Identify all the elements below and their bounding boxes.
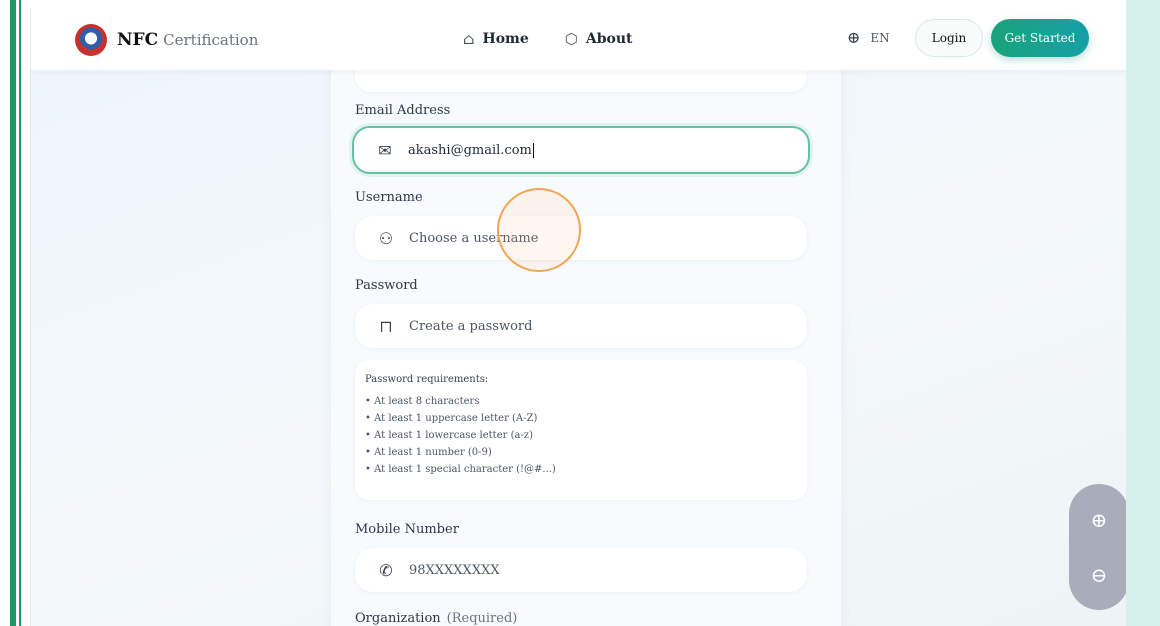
registration-form: Email Address ✉ akashi@gmail.com Usernam… (331, 48, 841, 626)
mobile-field[interactable]: ✆ 98XXXXXXXX (355, 548, 807, 592)
username-field[interactable]: ⚇ Choose a username (355, 216, 807, 260)
password-label: Password (355, 278, 418, 293)
required-note: (Required) (446, 611, 518, 626)
get-started-button[interactable]: Get Started (991, 19, 1089, 57)
nav-about[interactable]: ⬡ About (565, 30, 633, 48)
window-edge-bar (10, 0, 16, 626)
side-strip (1126, 0, 1160, 626)
brand[interactable]: NFC Certification (75, 22, 258, 58)
requirement-item: • At least 1 uppercase letter (A-Z) (365, 413, 538, 424)
user-icon: ⚇ (378, 228, 394, 248)
home-icon: ⌂ (463, 30, 475, 48)
emblem-logo (75, 24, 107, 56)
password-requirements: Password requirements: • At least 8 char… (355, 360, 807, 500)
zoom-out-icon[interactable]: ⊖ (1091, 563, 1108, 587)
lock-icon: ⊓ (379, 316, 393, 336)
email-label: Email Address (355, 103, 451, 118)
email-value: akashi@gmail.com (408, 142, 532, 158)
phone-icon: ✆ (379, 560, 393, 580)
zoom-in-icon[interactable]: ⊕ (1091, 508, 1108, 532)
nav-home-label: Home (482, 31, 529, 47)
organization-label: Organization (Required) (355, 611, 517, 626)
requirement-item: • At least 8 characters (365, 396, 480, 407)
nav-about-label: About (585, 31, 633, 47)
requirement-item: • At least 1 special character (!@#...) (365, 464, 556, 475)
organization-label-text: Organization (355, 611, 441, 626)
brand-name: NFC (117, 30, 159, 50)
window-edge-line (19, 0, 21, 626)
mobile-placeholder: 98XXXXXXXX (409, 562, 500, 578)
top-navbar: NFC Certification ⌂ Home ⬡ About ⊕ EN Lo… (31, 10, 1126, 70)
language-selector[interactable]: ⊕ EN (847, 28, 890, 47)
zoom-controls: ⊕ ⊖ (1069, 484, 1126, 610)
shield-icon: ⬡ (564, 30, 578, 48)
mail-icon: ✉ (378, 140, 392, 160)
click-indicator (497, 188, 581, 272)
password-placeholder: Create a password (409, 318, 533, 334)
requirement-item: • At least 1 number (0-9) (365, 447, 492, 458)
page-viewport: NFC Certification ⌂ Home ⬡ About ⊕ EN Lo… (30, 10, 1126, 626)
email-field[interactable]: ✉ akashi@gmail.com (352, 126, 810, 174)
nav-links: ⌂ Home ⬡ About (463, 30, 633, 48)
brand-subtitle: Certification (163, 31, 259, 49)
text-cursor (532, 142, 534, 158)
requirement-item: • At least 1 lowercase letter (a-z) (365, 430, 533, 441)
username-label: Username (355, 190, 423, 205)
mobile-label: Mobile Number (355, 522, 459, 537)
password-field[interactable]: ⊓ Create a password (355, 304, 807, 348)
language-code: EN (870, 30, 890, 45)
nav-home[interactable]: ⌂ Home (463, 30, 529, 48)
login-button[interactable]: Login (915, 19, 983, 57)
globe-icon: ⊕ (847, 28, 861, 47)
requirements-title: Password requirements: (365, 374, 489, 385)
